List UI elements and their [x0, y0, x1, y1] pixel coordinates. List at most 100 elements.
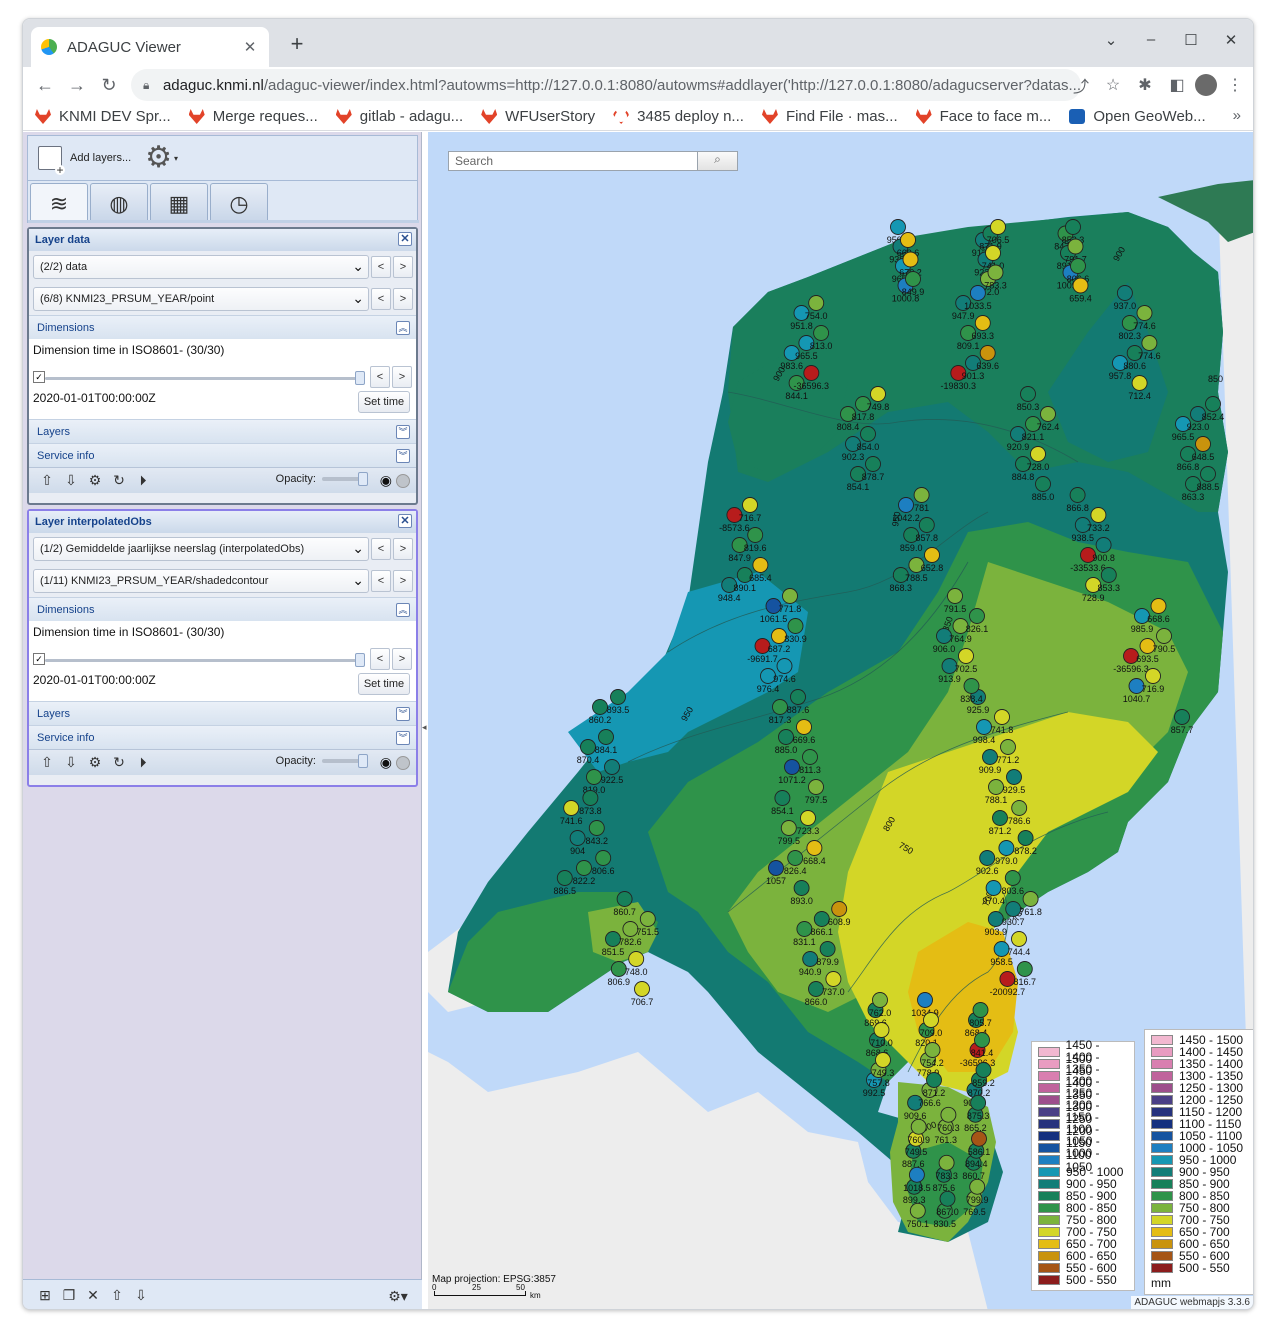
- station-marker[interactable]: [825, 971, 842, 987]
- tab-layers-stack-icon[interactable]: ≋: [30, 183, 88, 223]
- station-marker[interactable]: [800, 810, 816, 826]
- expand-icon[interactable]: ︾: [396, 731, 410, 745]
- station-marker[interactable]: [813, 325, 830, 341]
- time-checkbox[interactable]: ✓: [33, 371, 45, 383]
- bookmark-item[interactable]: Open GeoWeb...: [1069, 108, 1206, 125]
- station-marker[interactable]: [974, 1032, 990, 1048]
- station-marker[interactable]: [890, 219, 906, 235]
- station-marker[interactable]: [598, 729, 614, 745]
- station-marker[interactable]: [870, 386, 886, 402]
- station-marker[interactable]: [634, 981, 650, 997]
- station-marker[interactable]: [1004, 870, 1021, 886]
- station-marker[interactable]: [975, 1062, 992, 1078]
- station-marker[interactable]: [987, 264, 1004, 281]
- close-icon[interactable]: ✕: [398, 514, 412, 528]
- station-marker[interactable]: [1095, 537, 1112, 553]
- opacity-slider[interactable]: [322, 754, 368, 768]
- time-checkbox[interactable]: ✓: [33, 653, 45, 665]
- station-marker[interactable]: [1145, 668, 1161, 684]
- layers-section[interactable]: Layers ︾: [29, 701, 416, 725]
- tab-clock-icon[interactable]: ◷: [210, 183, 268, 223]
- station-marker[interactable]: [780, 820, 797, 836]
- station-marker[interactable]: [582, 790, 599, 806]
- station-marker[interactable]: [808, 779, 824, 795]
- station-marker[interactable]: [990, 219, 1006, 235]
- station-marker[interactable]: [1131, 375, 1148, 391]
- bookmark-item[interactable]: WFUserStory: [481, 108, 595, 125]
- station-marker[interactable]: [1065, 219, 1081, 235]
- back-icon[interactable]: ←: [29, 69, 61, 101]
- move-down-icon[interactable]: ⇩: [59, 472, 83, 489]
- map-view[interactable]: 900 850 900 950 950 850 700 800 750 700 …: [428, 132, 1253, 1309]
- move-up-icon[interactable]: ⇧: [35, 472, 59, 489]
- add-layer-icon[interactable]: ⊞: [33, 1287, 57, 1304]
- station-marker[interactable]: [917, 992, 933, 1008]
- station-marker[interactable]: [747, 527, 764, 543]
- expand-icon[interactable]: ︾: [396, 425, 410, 439]
- collapse-icon[interactable]: ︽: [396, 603, 410, 617]
- station-marker[interactable]: [908, 1166, 925, 1183]
- bookmark-item[interactable]: gitlab - adagu...: [335, 108, 463, 125]
- add-layers-icon[interactable]: [38, 146, 65, 175]
- eye-icon[interactable]: ◉: [380, 754, 392, 771]
- prev-layer-button[interactable]: <: [371, 570, 391, 592]
- station-marker[interactable]: [1020, 386, 1036, 402]
- station-marker[interactable]: [592, 699, 608, 715]
- next-time-button[interactable]: >: [392, 366, 412, 388]
- delete-icon[interactable]: ✕: [81, 1287, 105, 1304]
- station-marker[interactable]: [556, 870, 573, 886]
- station-marker[interactable]: [796, 719, 812, 735]
- dimensions-section[interactable]: Dimensions ︽: [29, 597, 416, 621]
- side-panel-icon[interactable]: ◧: [1163, 69, 1191, 101]
- bookmark-item[interactable]: KNMI DEV Spr...: [35, 108, 171, 125]
- chevron-down-icon[interactable]: ▾: [174, 154, 178, 163]
- move-down-icon[interactable]: ⇩: [59, 754, 83, 771]
- station-marker[interactable]: [742, 497, 758, 513]
- station-marker[interactable]: [875, 1052, 891, 1068]
- station-marker[interactable]: [924, 1042, 941, 1058]
- maximize-icon[interactable]: ☐: [1179, 31, 1203, 49]
- station-marker[interactable]: [972, 1002, 989, 1018]
- station-marker[interactable]: [576, 860, 592, 876]
- set-time-button[interactable]: Set time: [358, 391, 410, 413]
- tab-close-icon[interactable]: ✕: [241, 38, 259, 56]
- station-marker[interactable]: [982, 749, 998, 765]
- station-marker[interactable]: [1205, 396, 1221, 412]
- station-marker[interactable]: [872, 992, 888, 1008]
- service-info-section[interactable]: Service info ︾: [29, 443, 416, 467]
- station-marker[interactable]: [979, 850, 996, 866]
- station-marker[interactable]: [963, 678, 980, 694]
- station-marker[interactable]: [992, 810, 1008, 826]
- station-marker[interactable]: [569, 830, 586, 846]
- station-marker[interactable]: [563, 800, 580, 816]
- station-marker[interactable]: [1006, 769, 1022, 785]
- station-marker[interactable]: [910, 1118, 927, 1135]
- refresh-icon[interactable]: ↻: [107, 472, 131, 489]
- station-marker[interactable]: [988, 779, 1004, 795]
- layer-select[interactable]: (6/8) KNMI23_PRSUM_YEAR/point ⌄: [33, 287, 369, 311]
- station-marker[interactable]: [1030, 446, 1046, 462]
- layer-select[interactable]: (1/11) KNMI23_PRSUM_YEAR/shadedcontour ⌄: [33, 569, 369, 593]
- settings-gears-icon[interactable]: ⚙: [83, 754, 107, 771]
- expand-icon[interactable]: ︾: [396, 449, 410, 463]
- collapse-icon[interactable]: ︽: [396, 321, 410, 335]
- add-layers-button[interactable]: Add layers...: [70, 152, 131, 164]
- station-marker[interactable]: [1016, 961, 1033, 977]
- station-marker[interactable]: [639, 911, 656, 927]
- share-icon[interactable]: ⤴: [1067, 69, 1095, 101]
- station-marker[interactable]: [1022, 891, 1039, 907]
- station-marker[interactable]: [1174, 709, 1190, 725]
- station-marker[interactable]: [1072, 277, 1089, 294]
- station-marker[interactable]: [776, 658, 793, 674]
- station-marker[interactable]: [873, 1022, 890, 1038]
- station-marker[interactable]: [998, 840, 1015, 856]
- play-icon[interactable]: ⏵: [131, 472, 155, 489]
- menu-kebab-icon[interactable]: ⋮: [1221, 69, 1249, 101]
- station-marker[interactable]: [1200, 466, 1216, 482]
- station-marker[interactable]: [974, 315, 991, 331]
- station-marker[interactable]: [1000, 739, 1016, 755]
- station-marker[interactable]: [900, 232, 916, 248]
- station-marker[interactable]: [938, 1154, 955, 1171]
- station-marker[interactable]: [865, 456, 881, 472]
- settings-gears-icon[interactable]: ⚙: [83, 472, 107, 489]
